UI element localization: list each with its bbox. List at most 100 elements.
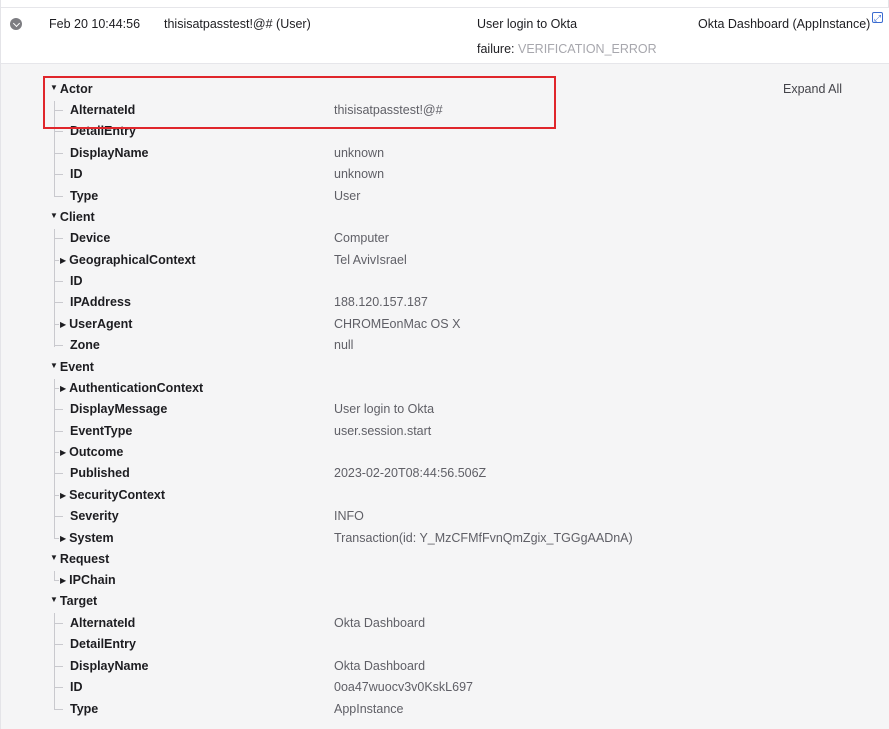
tree-row-expandable[interactable]: ▶ Outcome — [1, 445, 761, 466]
field-label: DisplayName — [70, 146, 149, 160]
tree-row: Type User — [1, 189, 761, 210]
field-label: Severity — [70, 509, 119, 523]
field-value: user.session.start — [334, 424, 432, 438]
field-label: ID — [70, 274, 83, 288]
event-detail-panel: Expand All ▼ Actor AlternateId thisisatpa… — [1, 63, 889, 729]
outcome-label: failure — [477, 42, 512, 56]
field-label: IPChain — [69, 573, 116, 587]
field-label: IPAddress — [70, 295, 131, 309]
field-value: null — [334, 338, 354, 352]
tree-row-expandable[interactable]: ▶ SecurityContext — [1, 488, 761, 509]
tree-row: IPAddress 188.120.157.187 — [1, 295, 761, 316]
field-value: Transaction(id: Y_MzCFMfFvnQmZgix_TGGgAA… — [334, 531, 633, 545]
tree-row: DisplayMessage User login to Okta — [1, 402, 761, 423]
caret-right-icon: ▶ — [60, 320, 67, 329]
field-value: Okta Dashboard — [334, 659, 426, 673]
section-client[interactable]: ▼ Client — [1, 210, 761, 231]
tree-row-expandable[interactable]: ▶ System Transaction(id: Y_MzCFMfFvnQmZgi… — [1, 531, 761, 552]
tree-row-expandable[interactable]: ▶ IPChain — [1, 573, 761, 594]
field-value: User login to Okta — [334, 402, 435, 416]
tree-row: DetailEntry — [1, 124, 761, 145]
section-target[interactable]: ▼ Target — [1, 594, 761, 615]
field-value: 188.120.157.187 — [334, 295, 428, 309]
field-value: unknown — [334, 146, 385, 160]
field-label: Outcome — [69, 445, 124, 459]
collapse-chevron-icon[interactable] — [10, 18, 22, 30]
caret-down-icon: ▼ — [50, 595, 58, 604]
field-label: Type — [70, 189, 99, 203]
tree-row: AlternateId Okta Dashboard — [1, 616, 761, 637]
caret-down-icon: ▼ — [50, 211, 58, 220]
tree-row: DisplayName unknown — [1, 146, 761, 167]
event-actor: thisisatpasstest!@# (User) — [164, 17, 311, 31]
field-value: CHROMEonMac OS X — [334, 317, 461, 331]
tree-row-expandable[interactable]: ▶ GeographicalContext Tel AvivIsrael — [1, 253, 761, 274]
tree-row: Published 2023-02-20T08:44:56.506Z — [1, 466, 761, 487]
field-label: DisplayName — [70, 659, 149, 673]
field-label: EventType — [70, 424, 133, 438]
caret-down-icon: ▼ — [50, 553, 58, 562]
caret-down-icon: ▼ — [50, 361, 58, 370]
field-label: AlternateId — [70, 616, 136, 630]
field-label: GeographicalContext — [69, 253, 196, 267]
field-value: Computer — [334, 231, 389, 245]
tree-row: EventType user.session.start — [1, 424, 761, 445]
tree-row: ID 0oa47wuocv3v0KskL697 — [1, 680, 761, 701]
field-label: Published — [70, 466, 130, 480]
caret-right-icon: ▶ — [60, 448, 67, 457]
field-value: unknown — [334, 167, 385, 181]
field-label: DetailEntry — [70, 124, 136, 138]
field-label: DetailEntry — [70, 637, 136, 651]
section-label: Target — [59, 594, 98, 608]
tree-row-expandable[interactable]: ▶ UserAgent CHROMEonMac OS X — [1, 317, 761, 338]
field-value: User — [334, 189, 361, 203]
tree-row-expandable[interactable]: ▶ AuthenticationContext — [1, 381, 761, 402]
event-target: Okta Dashboard (AppInstance) — [698, 17, 871, 31]
field-label: AuthenticationContext — [69, 381, 204, 395]
field-label: System — [69, 531, 114, 545]
section-actor[interactable]: ▼ Actor — [1, 82, 761, 103]
tree-row: DetailEntry — [1, 637, 761, 658]
section-label: Request — [59, 552, 110, 566]
section-request[interactable]: ▼ Request — [1, 552, 761, 573]
expand-all-link[interactable]: Expand All — [783, 82, 842, 96]
tree-row: Type AppInstance — [1, 702, 761, 723]
section-label: Event — [59, 360, 94, 374]
tree-row: Zone null — [1, 338, 761, 359]
log-viewer: Feb 20 10:44:56 thisisatpasstest!@# (Use… — [0, 0, 889, 729]
section-label: Client — [59, 210, 95, 224]
caret-right-icon: ▶ — [60, 534, 67, 543]
field-label: Device — [70, 231, 111, 245]
caret-right-icon: ▶ — [60, 256, 67, 265]
expand-icon[interactable]: ⤢ — [872, 12, 883, 23]
field-label: Type — [70, 702, 99, 716]
field-label: Zone — [70, 338, 100, 352]
tree-row: Severity INFO — [1, 509, 761, 530]
outcome-reason: VERIFICATION_ERROR — [518, 42, 657, 56]
field-value: thisisatpasstest!@# — [334, 103, 443, 117]
caret-right-icon: ▶ — [60, 576, 67, 585]
field-label: UserAgent — [69, 317, 133, 331]
tree-row: ID unknown — [1, 167, 761, 188]
field-value: INFO — [334, 509, 364, 523]
caret-down-icon: ▼ — [50, 83, 58, 92]
field-value: Tel AvivIsrael — [334, 253, 407, 267]
event-row[interactable]: Feb 20 10:44:56 thisisatpasstest!@# (Use… — [1, 7, 889, 63]
section-event[interactable]: ▼ Event — [1, 360, 761, 381]
field-label: ID — [70, 680, 83, 694]
section-label: Actor — [59, 82, 93, 96]
field-value: 0oa47wuocv3v0KskL697 — [334, 680, 473, 694]
event-outcome: failure: VERIFICATION_ERROR — [477, 42, 657, 56]
field-value: AppInstance — [334, 702, 404, 716]
event-time: Feb 20 10:44:56 — [49, 17, 141, 31]
field-value: 2023-02-20T08:44:56.506Z — [334, 466, 487, 480]
field-label: SecurityContext — [69, 488, 166, 502]
caret-right-icon: ▶ — [60, 384, 67, 393]
tree-row: DisplayName Okta Dashboard — [1, 659, 761, 680]
tree-row: ID — [1, 274, 761, 295]
field-label: ID — [70, 167, 83, 181]
field-value: Okta Dashboard — [334, 616, 426, 630]
field-label: DisplayMessage — [70, 402, 168, 416]
caret-right-icon: ▶ — [60, 491, 67, 500]
field-label: AlternateId — [70, 103, 136, 117]
